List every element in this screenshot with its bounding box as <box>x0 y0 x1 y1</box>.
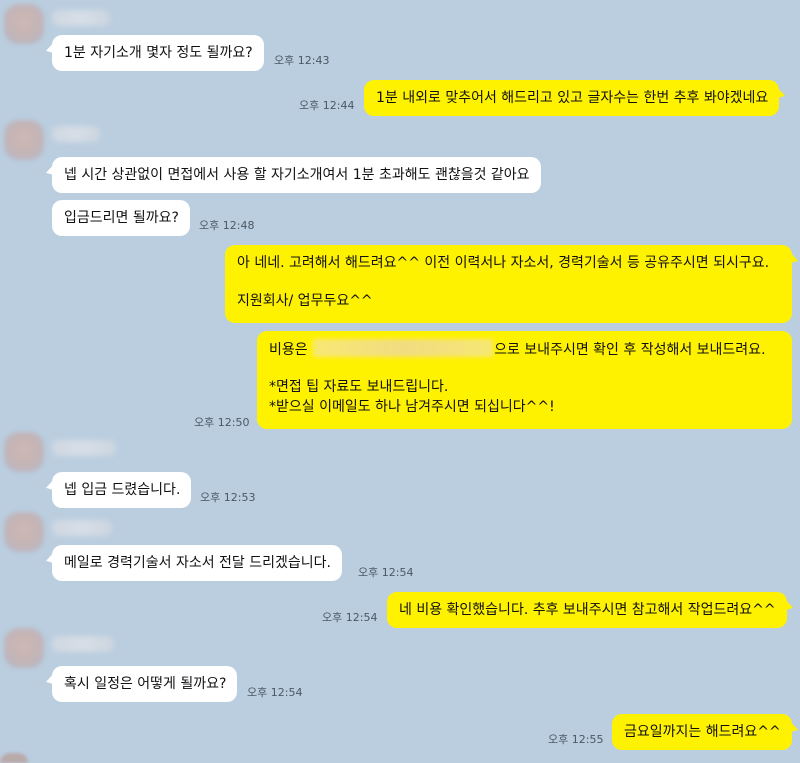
message-bubble-incoming[interactable]: 1분 자기소개 몇자 정도 될까요? <box>52 35 264 71</box>
message-time: 오후 12:44 <box>299 99 355 112</box>
message-text-line: *면접 팁 자료도 보내드립니다. <box>269 379 449 395</box>
sender-name-redacted <box>52 520 112 536</box>
message-bubble-incoming[interactable]: 넵 입금 드렸습니다. <box>52 472 192 508</box>
message-text: 넵 시간 상관없이 면접에서 사용 할 자기소개여서 1분 초과해도 괜찮을것 … <box>64 167 530 183</box>
sender-avatar-partial <box>0 753 28 763</box>
message-time: 오후 12:53 <box>200 491 256 504</box>
message-text-line: 지원회사/ 업무두요^^ <box>237 293 373 309</box>
message-time: 오후 12:55 <box>548 733 604 746</box>
message-text: 입금드리면 될까요? <box>64 210 179 226</box>
sender-avatar[interactable] <box>4 4 44 44</box>
message-text: 비용은 <box>269 342 308 358</box>
message-bubble-outgoing[interactable]: 금요일까지는 해드려요^^ <box>612 714 792 750</box>
message-text-line: *받으실 이메일도 하나 남겨주시면 되십니다^^! <box>269 399 555 415</box>
message-text: 1분 자기소개 몇자 정도 될까요? <box>64 45 253 61</box>
sender-avatar[interactable] <box>4 512 44 552</box>
message-time: 오후 12:43 <box>274 54 330 67</box>
sender-avatar[interactable] <box>4 120 44 160</box>
sender-name-redacted <box>52 440 116 456</box>
message-time: 오후 12:50 <box>194 416 250 429</box>
message-bubble-outgoing[interactable]: 네 비용 확인했습니다. 추후 보내주시면 참고해서 작업드려요^^ <box>387 592 787 628</box>
sender-name-redacted <box>52 636 114 652</box>
message-time: 오후 12:54 <box>247 686 303 699</box>
message-text: 메일로 경력기술서 자소서 전달 드리겠습니다. <box>64 555 331 571</box>
message-bubble-incoming[interactable]: 넵 시간 상관없이 면접에서 사용 할 자기소개여서 1분 초과해도 괜찮을것 … <box>52 157 541 193</box>
message-bubble-incoming[interactable]: 입금드리면 될까요? <box>52 200 190 236</box>
message-bubble-outgoing[interactable]: 1분 내외로 맞추어서 해드리고 있고 글자수는 한번 추후 봐야겠네요 <box>364 80 780 116</box>
message-bubble-incoming[interactable]: 메일로 경력기술서 자소서 전달 드리겠습니다. <box>52 545 342 581</box>
message-text-line: 비용은 으로 보내주시면 확인 후 작성해서 보내드려요. <box>269 339 781 359</box>
message-text: 금요일까지는 해드려요^^ <box>624 724 781 740</box>
message-text: 1분 내외로 맞추어서 해드리고 있고 글자수는 한번 추후 봐야겠네요 <box>376 90 769 106</box>
sender-avatar[interactable] <box>4 628 44 668</box>
message-bubble-incoming[interactable]: 혹시 일정은 어떻게 될까요? <box>52 666 238 702</box>
message-time: 오후 12:54 <box>322 611 378 624</box>
message-text: 혹시 일정은 어떻게 될까요? <box>64 676 227 692</box>
sender-name-redacted <box>52 126 100 142</box>
sender-name-redacted <box>52 10 110 26</box>
message-time: 오후 12:54 <box>358 566 414 579</box>
chat-area[interactable]: 1분 자기소개 몇자 정도 될까요? 오후 12:43 오후 12:44 1분 … <box>0 0 800 763</box>
message-text: 으로 보내주시면 확인 후 작성해서 보내드려요. <box>494 342 766 358</box>
sender-avatar[interactable] <box>4 432 44 472</box>
redacted-amount <box>313 339 494 357</box>
message-time: 오후 12:48 <box>199 219 255 232</box>
message-text: 넵 입금 드렸습니다. <box>64 482 181 498</box>
message-text-line: 아 네네. 고려해서 해드려요^^ 이전 이력서나 자소서, 경력기술서 등 공… <box>237 255 770 271</box>
message-bubble-outgoing[interactable]: 비용은 으로 보내주시면 확인 후 작성해서 보내드려요. *면접 팁 자료도 … <box>257 331 792 429</box>
message-bubble-outgoing[interactable]: 아 네네. 고려해서 해드려요^^ 이전 이력서나 자소서, 경력기술서 등 공… <box>225 245 792 323</box>
message-text: 네 비용 확인했습니다. 추후 보내주시면 참고해서 작업드려요^^ <box>399 602 776 618</box>
